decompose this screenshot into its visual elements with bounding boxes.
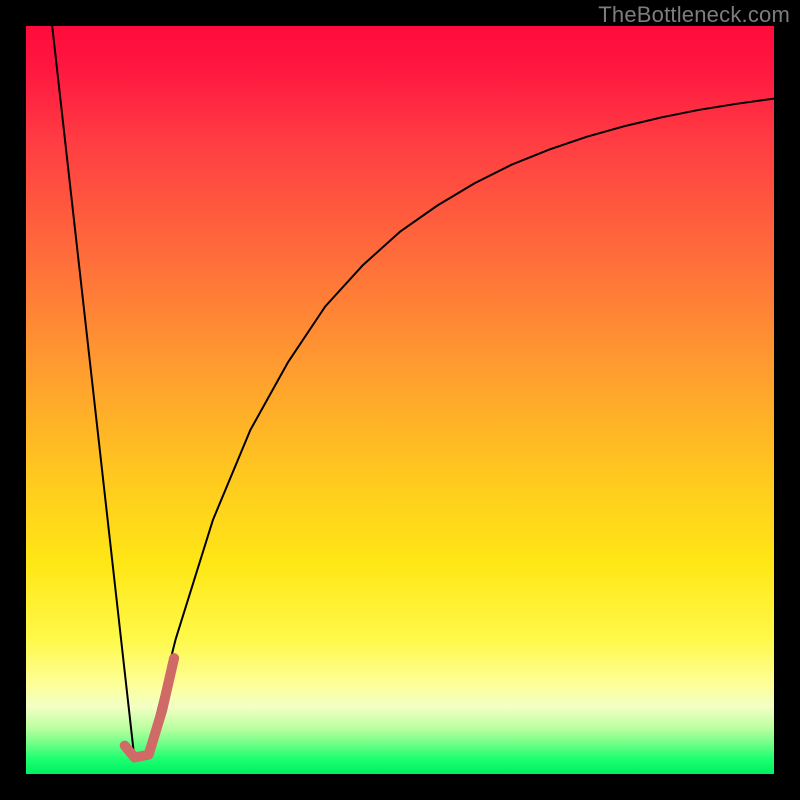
chart-frame: TheBottleneck.com xyxy=(0,0,800,800)
watermark-text: TheBottleneck.com xyxy=(598,2,790,28)
plot-area xyxy=(26,26,774,774)
curves-svg xyxy=(26,26,774,774)
series-rising-asymptotic-curve xyxy=(146,99,774,759)
series-group xyxy=(52,26,774,759)
series-left-falling-line xyxy=(52,26,134,759)
